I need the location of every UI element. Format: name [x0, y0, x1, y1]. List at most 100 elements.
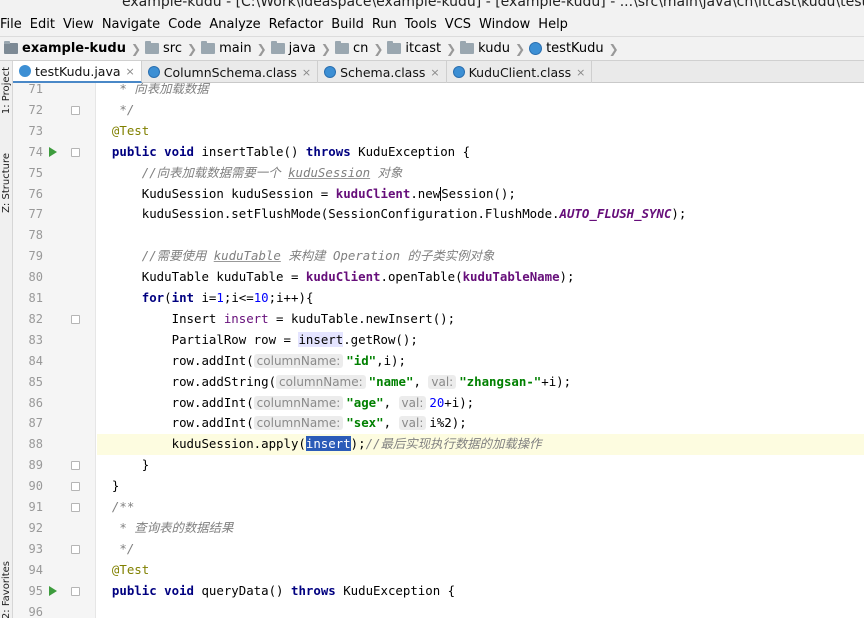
code-line: public void queryData() throws KuduExcep…: [111, 582, 456, 598]
code-line: public void insertTable() throws KuduExc…: [111, 143, 471, 159]
fold-icon[interactable]: [71, 503, 80, 512]
breadcrumb-item-java[interactable]: java ❯: [267, 41, 331, 56]
fold-icon[interactable]: [71, 148, 80, 157]
breadcrumb-item-testkudu[interactable]: testKudu ❯: [525, 41, 619, 56]
breadcrumb-item-src[interactable]: src ❯: [141, 41, 197, 56]
breadcrumb-item-main[interactable]: main ❯: [197, 41, 267, 56]
class-file-icon: [452, 66, 465, 78]
param-hint: columnName:: [253, 416, 344, 431]
menu-view[interactable]: View: [59, 14, 98, 36]
chevron-right-icon: ❯: [187, 41, 198, 56]
line-number: 76: [28, 186, 43, 201]
menu-window[interactable]: Window: [475, 14, 534, 36]
chevron-right-icon: ❯: [373, 41, 384, 56]
menu-edit[interactable]: Edit: [26, 14, 59, 36]
code-editor[interactable]: 71 72 73 74 75 76 77 78 79 80 81 82 83 8…: [13, 83, 864, 618]
line-number: 90: [28, 479, 43, 494]
code-line: for(int i=1;i<=10;i++){: [141, 290, 314, 305]
code-line: kuduSession.setFlushMode(SessionConfigur…: [141, 206, 687, 222]
breadcrumb-item-itcast[interactable]: itcast ❯: [383, 41, 456, 56]
tab-kuduclient-class[interactable]: KuduClient.class ×: [447, 61, 593, 83]
tool-tab-favorites[interactable]: 2: Favorites: [1, 561, 12, 618]
left-tool-strip: 1: Project Z: Structure 2: Favorites: [0, 61, 13, 618]
run-test-icon[interactable]: [49, 581, 59, 602]
param-hint: val:: [398, 416, 427, 431]
tool-tab-project[interactable]: 1: Project: [1, 67, 12, 114]
line-number: 71: [28, 83, 43, 96]
tab-testkudu-java[interactable]: testKudu.java ×: [13, 61, 142, 83]
line-number: 86: [28, 395, 43, 410]
code-line: row.addInt(columnName: "age", val: 20+i);: [171, 394, 475, 410]
line-number: 92: [28, 520, 43, 535]
fold-icon[interactable]: [71, 106, 80, 115]
code-line: row.addString(columnName: "name", val: "zh…: [171, 373, 572, 389]
class-file-icon: [147, 66, 160, 78]
fold-icon[interactable]: [71, 461, 80, 470]
breadcrumb-item-kudu[interactable]: kudu ❯: [456, 41, 525, 56]
param-hint: columnName:: [276, 374, 366, 389]
code-line-current: kuduSession.apply(insert);//最后实现执行数据的加载操…: [97, 434, 864, 456]
code-line: Insert insert = kuduTable.newInsert();: [171, 310, 456, 326]
menu-run[interactable]: Run: [368, 14, 401, 36]
fold-icon[interactable]: [71, 587, 80, 596]
line-number: 75: [28, 165, 43, 180]
code-line: KuduSession kuduSession = kuduClient.new…: [141, 185, 516, 201]
tab-schema-class[interactable]: Schema.class ×: [318, 61, 447, 83]
menu-vcs[interactable]: VCS: [441, 14, 475, 36]
line-number: 85: [28, 374, 43, 389]
param-hint: columnName:: [253, 395, 344, 410]
line-number: 83: [28, 332, 43, 347]
menu-tools[interactable]: Tools: [401, 14, 441, 36]
menu-file[interactable]: File: [0, 14, 26, 36]
editor-gutter: 71 72 73 74 75 76 77 78 79 80 81 82 83 8…: [13, 83, 96, 618]
line-number: 80: [28, 270, 43, 285]
run-test-icon[interactable]: [49, 142, 59, 163]
close-icon[interactable]: ×: [126, 65, 135, 78]
fold-icon[interactable]: [71, 545, 80, 554]
menu-analyze[interactable]: Analyze: [205, 14, 264, 36]
line-number: 79: [28, 249, 43, 264]
chevron-right-icon: ❯: [515, 41, 526, 56]
line-number: 91: [28, 500, 43, 514]
line-number: 84: [28, 353, 43, 368]
line-number: 72: [28, 102, 43, 117]
java-class-icon: [19, 65, 31, 77]
window-title-bar: example-kudu - [C:\Work\ideaspace\exampl…: [0, 0, 864, 14]
menu-code[interactable]: Code: [164, 14, 205, 36]
folder-icon: [460, 41, 475, 54]
tab-columnschema-class[interactable]: ColumnSchema.class ×: [142, 61, 319, 83]
chevron-right-icon: ❯: [608, 41, 619, 56]
line-number: 88: [28, 437, 43, 452]
close-icon[interactable]: ×: [302, 66, 311, 79]
menu-navigate[interactable]: Navigate: [98, 14, 164, 36]
folder-icon: [201, 41, 216, 54]
line-number: 87: [28, 416, 43, 431]
fold-icon[interactable]: [71, 315, 80, 324]
code-line: }: [141, 457, 150, 473]
menu-help[interactable]: Help: [534, 14, 572, 36]
code-line: //需要使用 kuduTable 来构建 Operation 的子类实例对象: [141, 248, 495, 264]
fold-icon[interactable]: [71, 482, 80, 491]
code-line: KuduTable kuduTable = kuduClient.openTab…: [141, 269, 575, 285]
folder-icon: [145, 41, 160, 54]
line-number: 82: [28, 311, 43, 326]
code-line: * 向表加载数据: [97, 83, 209, 96]
lightbulb-icon[interactable]: [88, 432, 98, 444]
breadcrumb-item-cn[interactable]: cn ❯: [331, 41, 383, 56]
chevron-right-icon: ❯: [130, 41, 142, 56]
code-area[interactable]: * 向表加载数据 */ @Test public void insertTabl…: [97, 83, 864, 618]
close-icon[interactable]: ×: [430, 66, 439, 79]
line-number: 93: [28, 541, 43, 556]
code-line: @Test: [111, 561, 150, 577]
class-icon: [529, 42, 543, 55]
menu-refactor[interactable]: Refactor: [265, 14, 328, 36]
folder-icon: [270, 41, 285, 54]
close-icon[interactable]: ×: [576, 66, 585, 79]
code-line: }: [111, 478, 120, 494]
breadcrumb-item-project[interactable]: example-kudu ❯: [0, 41, 141, 56]
line-number: 94: [28, 562, 43, 577]
param-hint: columnName:: [253, 353, 344, 368]
menu-build[interactable]: Build: [327, 14, 368, 36]
tool-tab-structure[interactable]: Z: Structure: [1, 153, 12, 213]
